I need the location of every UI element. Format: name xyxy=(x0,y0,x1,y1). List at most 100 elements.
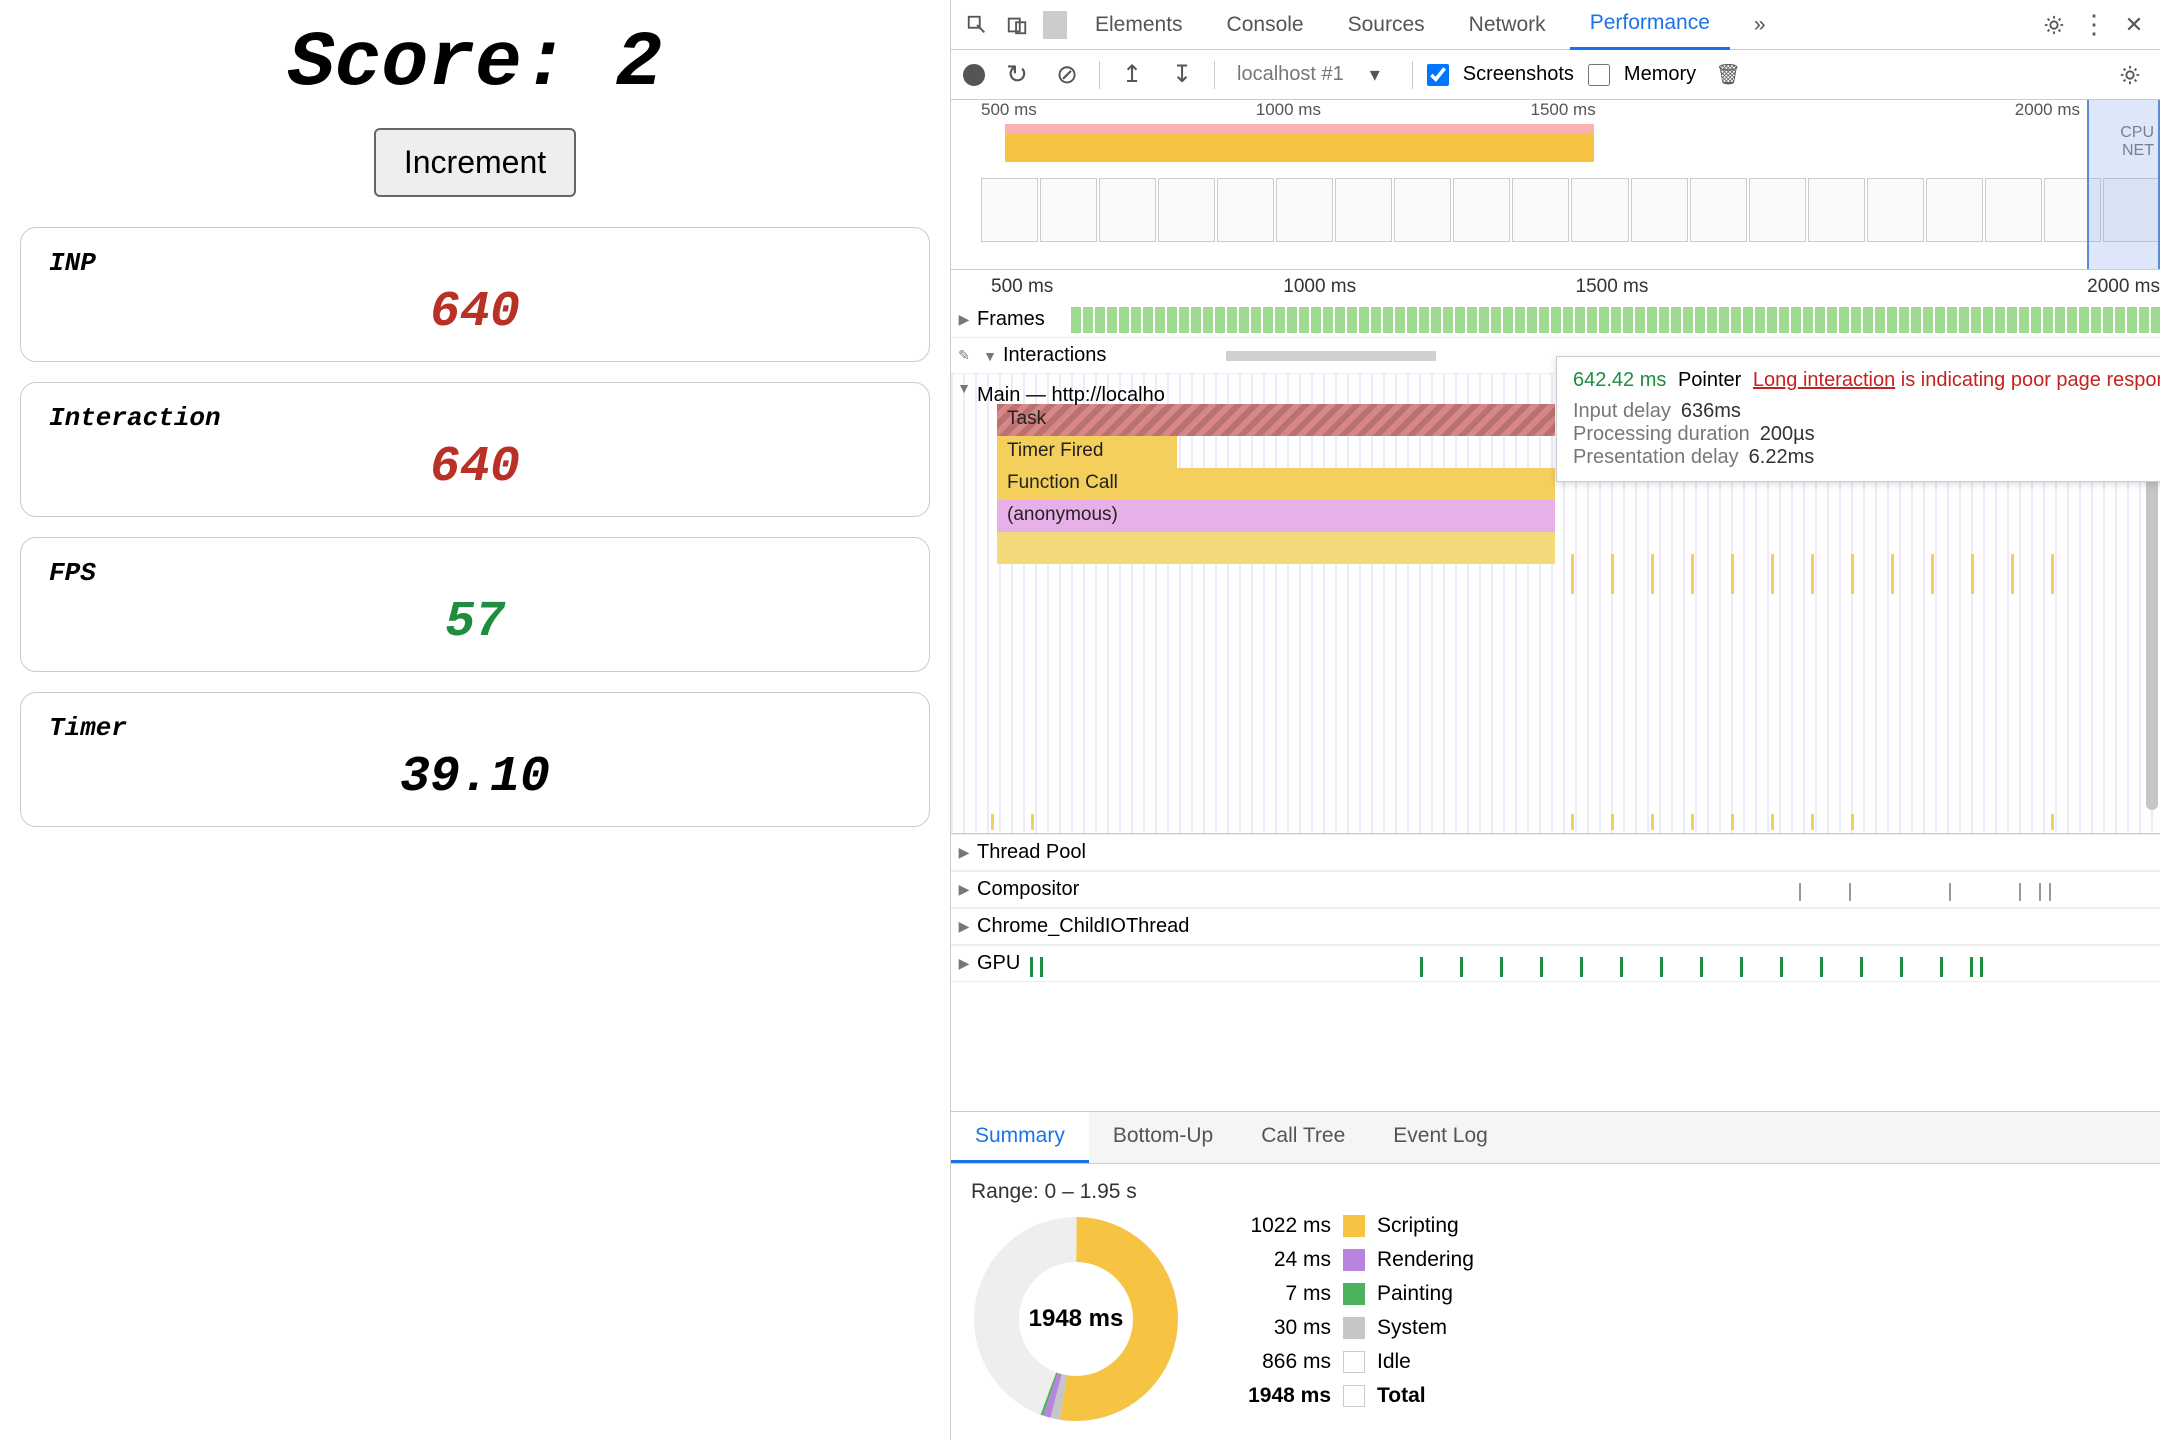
chevron-right-icon[interactable]: ▶ xyxy=(951,881,977,898)
metric-value: 640 xyxy=(49,439,901,496)
track-main[interactable]: ▼ Main — http://localho Task Timer Fired… xyxy=(951,374,2160,834)
legend-row: 866 ms Idle xyxy=(1221,1350,1474,1374)
track-frames[interactable]: ▶ Frames xyxy=(951,302,2160,338)
tooltip-key: Processing duration xyxy=(1573,423,1750,446)
donut-center-value: 1948 ms xyxy=(971,1214,1181,1424)
range-label: Range: 0 – 1.95 s xyxy=(971,1180,2140,1204)
metric-card-inp: INP 640 xyxy=(20,227,930,362)
gear-icon[interactable] xyxy=(2036,7,2072,43)
track-label: Thread Pool xyxy=(977,835,1086,870)
device-toggle-icon[interactable] xyxy=(999,7,1035,43)
metric-card-interaction: Interaction 640 xyxy=(20,382,930,517)
legend-row-total: 1948 msTotal xyxy=(1221,1384,1474,1408)
tooltip-link[interactable]: Long interaction xyxy=(1753,369,1895,391)
devtools-pane: Elements Console Sources Network Perform… xyxy=(950,0,2160,1440)
legend-ms: 866 ms xyxy=(1221,1350,1331,1374)
legend-ms: 1022 ms xyxy=(1221,1214,1331,1238)
gear-icon[interactable] xyxy=(2112,57,2148,93)
swatch-icon xyxy=(1343,1215,1365,1237)
track-compositor[interactable]: ▶ Compositor xyxy=(951,871,2160,908)
summary-legend: 1022 msScripting 24 msRendering 7 msPain… xyxy=(1221,1214,1474,1408)
clear-icon[interactable] xyxy=(1049,57,1085,93)
chevron-right-icon[interactable]: ▶ xyxy=(951,311,977,328)
edit-icon[interactable]: ✎ xyxy=(951,347,977,364)
track-child-io[interactable]: ▶ Chrome_ChildIOThread xyxy=(951,908,2160,945)
legend-ms: 7 ms xyxy=(1221,1282,1331,1306)
metric-card-fps: FPS 57 xyxy=(20,537,930,672)
tooltip-val: 200µs xyxy=(1760,423,1815,446)
tick: 1000 ms xyxy=(1256,100,1531,124)
reload-icon[interactable] xyxy=(999,57,1035,93)
track-gpu[interactable]: ▶ GPU xyxy=(951,945,2160,982)
tab-elements[interactable]: Elements xyxy=(1075,1,1203,49)
swatch-icon xyxy=(1343,1283,1365,1305)
tick: 500 ms xyxy=(991,276,1283,298)
track-label: Compositor xyxy=(977,872,1079,907)
metric-value: 640 xyxy=(49,284,901,341)
upload-icon[interactable] xyxy=(1114,57,1150,93)
tab-network[interactable]: Network xyxy=(1449,1,1566,49)
increment-button[interactable]: Increment xyxy=(374,128,576,197)
target-select[interactable]: localhost #1 xyxy=(1229,59,1384,90)
close-icon[interactable] xyxy=(2116,7,2152,43)
gpu-content xyxy=(1020,951,2160,977)
interaction-tooltip: 642.42 ms Pointer Long interaction is in… xyxy=(1556,356,2160,482)
legend-row: 1022 ms Scripting xyxy=(1221,1214,1474,1238)
chevron-right-icon[interactable]: ▶ xyxy=(951,955,977,972)
chevron-right-icon[interactable]: ▶ xyxy=(951,844,977,861)
screenshots-label: Screenshots xyxy=(1463,63,1574,86)
summary-donut-chart: 1948 ms xyxy=(971,1214,1181,1424)
legend-label: Scripting xyxy=(1377,1214,1459,1238)
record-button[interactable] xyxy=(963,64,985,86)
tabs-overflow[interactable]: » xyxy=(1734,1,1786,49)
legend-label: Idle xyxy=(1377,1350,1411,1374)
tooltip-val: 6.22ms xyxy=(1749,446,1815,469)
more-icon[interactable] xyxy=(2076,7,2112,43)
chevron-right-icon[interactable]: ▶ xyxy=(951,918,977,935)
summary-tab-calltree[interactable]: Call Tree xyxy=(1237,1112,1369,1163)
memory-checkbox[interactable] xyxy=(1588,64,1610,86)
inspect-icon[interactable] xyxy=(959,7,995,43)
divider xyxy=(1214,61,1215,89)
tick: 1500 ms xyxy=(1576,276,1868,298)
overview-selection[interactable] xyxy=(2087,100,2160,269)
summary-tab-summary[interactable]: Summary xyxy=(951,1112,1089,1163)
summary-tab-bottomup[interactable]: Bottom-Up xyxy=(1089,1112,1237,1163)
swatch-icon xyxy=(1343,1385,1365,1407)
legend-label: Rendering xyxy=(1377,1248,1474,1272)
tab-sources[interactable]: Sources xyxy=(1328,1,1445,49)
track-label: Main — http://localho xyxy=(977,378,1165,413)
tooltip-warning: is indicating poor page responsiveness. xyxy=(1901,369,2160,391)
overview-cpu-lane xyxy=(981,124,2160,162)
perf-toolbar: localhost #1 Screenshots Memory xyxy=(951,50,2160,100)
tooltip-val: 636ms xyxy=(1681,400,1741,423)
summary-tab-eventlog[interactable]: Event Log xyxy=(1369,1112,1512,1163)
download-icon[interactable] xyxy=(1164,57,1200,93)
overview-ruler: 500 ms 1000 ms 1500 ms 2000 ms xyxy=(951,100,2160,124)
score-value: 2 xyxy=(615,20,662,108)
legend-label: Total xyxy=(1377,1384,1426,1408)
metric-label: Interaction xyxy=(49,403,901,433)
compositor-content xyxy=(1079,877,2160,903)
tooltip-key: Input delay xyxy=(1573,400,1671,423)
swatch-icon xyxy=(1343,1249,1365,1271)
track-label: Interactions xyxy=(1003,338,1106,373)
chevron-down-icon[interactable]: ▼ xyxy=(951,380,977,396)
track-thread-pool[interactable]: ▶ Thread Pool xyxy=(951,834,2160,871)
screenshots-checkbox[interactable] xyxy=(1427,64,1449,86)
chevron-down-icon[interactable]: ▼ xyxy=(977,348,1003,364)
trash-icon[interactable] xyxy=(1710,57,1746,93)
metric-label: FPS xyxy=(49,558,901,588)
metric-label: INP xyxy=(49,248,901,278)
metric-label: Timer xyxy=(49,713,901,743)
flame-area[interactable]: 500 ms 1000 ms 1500 ms 2000 ms ▶ Frames … xyxy=(951,270,2160,1111)
tooltip-duration: 642.42 ms xyxy=(1573,369,1666,391)
flame-ruler: 500 ms 1000 ms 1500 ms 2000 ms xyxy=(951,276,2160,298)
metric-value: 39.10 xyxy=(49,749,901,806)
tab-performance[interactable]: Performance xyxy=(1570,0,1730,50)
legend-row: 24 msRendering xyxy=(1221,1248,1474,1272)
overview-timeline[interactable]: 500 ms 1000 ms 1500 ms 2000 ms CPU NET xyxy=(951,100,2160,270)
score-label: Score: xyxy=(288,20,569,108)
tab-console[interactable]: Console xyxy=(1207,1,1324,49)
legend-ms: 30 ms xyxy=(1221,1316,1331,1340)
